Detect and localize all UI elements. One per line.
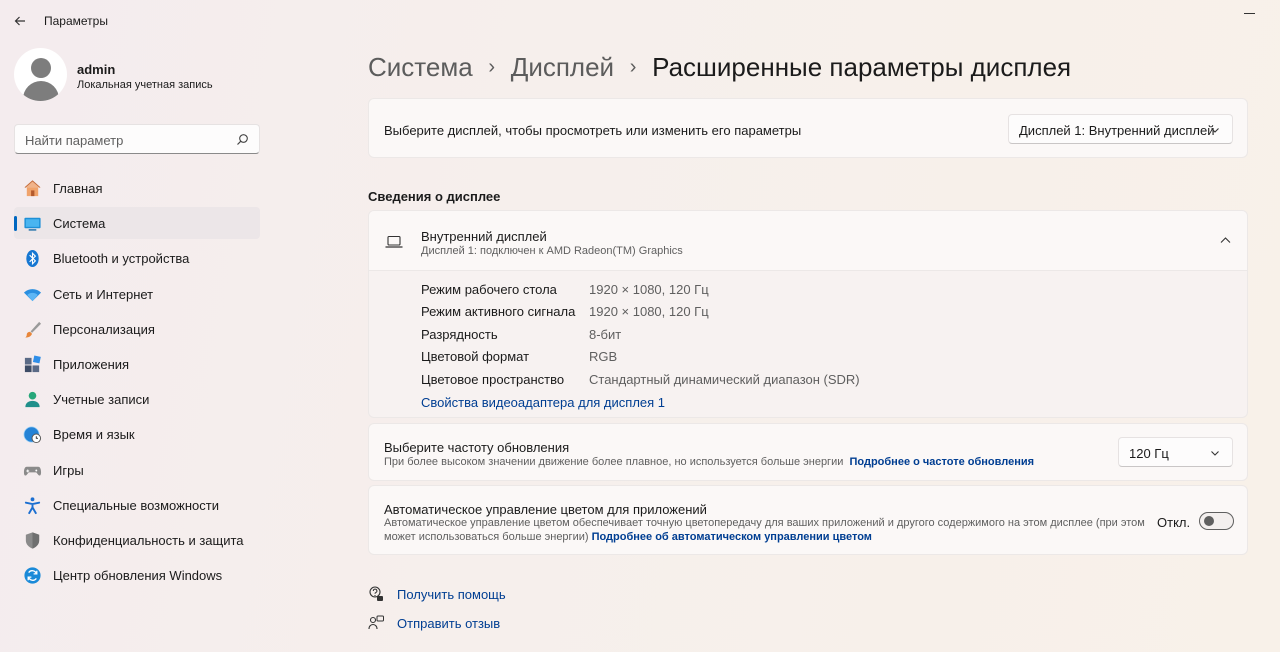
display-select-dropdown[interactable]: Дисплей 1: Внутренний дисплей <box>1008 114 1233 144</box>
update-icon <box>24 567 41 584</box>
sidebar-item-accounts[interactable]: Учетные записи <box>14 383 260 415</box>
info-label-bit-depth: Разрядность <box>421 327 498 342</box>
sidebar-item-label: Конфиденциальность и защита <box>53 532 244 548</box>
back-button[interactable] <box>10 11 30 31</box>
info-label-color-space: Цветовое пространство <box>421 372 565 387</box>
auto-color-desc-text: может использоваться больше энергии) <box>384 531 589 543</box>
sidebar-item-privacy[interactable]: Конфиденциальность и защита <box>14 524 260 556</box>
chevron-down-icon <box>1211 128 1219 133</box>
info-value-color-space: Стандартный динамический диапазон (SDR) <box>589 372 860 387</box>
laptop-icon <box>385 235 403 248</box>
page-title: Расширенные параметры дисплея <box>652 51 1072 82</box>
sidebar-item-accessibility[interactable]: Специальные возможности <box>14 489 260 521</box>
display-name: Внутренний дисплей <box>421 229 547 244</box>
shield-icon <box>25 532 40 549</box>
avatar <box>14 48 67 101</box>
user-profile[interactable]: admin Локальная учетная запись <box>14 48 264 104</box>
auto-color-learn-more-link[interactable]: Подробнее об автоматическом управлении ц… <box>592 531 872 543</box>
wifi-icon <box>23 288 42 301</box>
refresh-rate-learn-more-link[interactable]: Подробнее о частоте обновления <box>849 456 1034 468</box>
accessibility-icon <box>24 497 41 514</box>
info-value-desktop-mode: 1920 × 1080, 120 Гц <box>589 282 709 297</box>
display-select-value: Дисплей 1: Внутренний дисплей <box>1019 123 1215 138</box>
sidebar-item-time-language[interactable]: Время и язык <box>14 418 260 450</box>
home-icon <box>24 180 41 197</box>
chevron-down-icon <box>1211 451 1219 456</box>
apps-icon <box>24 355 41 373</box>
system-icon <box>24 217 41 231</box>
brush-icon <box>25 321 42 338</box>
search-icon <box>237 134 248 145</box>
sidebar-item-label: Персонализация <box>53 321 155 337</box>
sidebar-item-label: Учетные записи <box>53 392 150 408</box>
refresh-rate-dropdown[interactable]: 120 Гц <box>1118 437 1233 467</box>
section-title: Сведения о дисплее <box>368 189 501 204</box>
search-input[interactable]: Найти параметр <box>14 124 260 154</box>
toggle-knob <box>1204 516 1214 526</box>
sidebar-item-apps[interactable]: Приложения <box>14 348 260 380</box>
title-bar: Параметры <box>0 0 1280 40</box>
sidebar-item-label: Специальные возможности <box>53 497 219 513</box>
sidebar-item-system[interactable]: Система <box>14 207 260 240</box>
refresh-rate-desc: При более высоком значении движение боле… <box>384 456 1034 468</box>
refresh-rate-desc-text: При более высоком значении движение боле… <box>384 456 844 468</box>
sidebar-item-bluetooth[interactable]: Bluetooth и устройства <box>14 242 260 274</box>
auto-color-toggle[interactable] <box>1199 512 1234 530</box>
info-label-desktop-mode: Режим рабочего стола <box>421 282 557 297</box>
refresh-rate-title: Выберите частоту обновления <box>384 440 570 455</box>
help-icon <box>369 586 383 601</box>
auto-color-desc-line1: Автоматическое управление цветом обеспеч… <box>384 517 1145 529</box>
sidebar-item-label: Центр обновления Windows <box>53 568 223 584</box>
display-info-card: Внутренний дисплей Дисплей 1: подключен … <box>368 210 1248 418</box>
toggle-state-label: Откл. <box>1157 515 1191 530</box>
sidebar-item-label: Bluetooth и устройства <box>53 251 190 267</box>
adapter-properties-link[interactable]: Свойства видеоадаптера для дисплея 1 <box>421 395 665 410</box>
display-info-header[interactable]: Внутренний дисплей Дисплей 1: подключен … <box>369 211 1247 271</box>
breadcrumb-separator: › <box>488 55 496 78</box>
sidebar-nav: Главная Система Bluetooth и устройства С… <box>14 172 260 594</box>
refresh-rate-card: Выберите частоту обновления При более вы… <box>368 423 1248 481</box>
info-value-signal-mode: 1920 × 1080, 120 Гц <box>589 304 709 319</box>
app-title: Параметры <box>44 14 108 28</box>
sidebar-item-label: Время и язык <box>53 427 135 443</box>
info-label-color-format: Цветовой формат <box>421 349 530 364</box>
info-value-bit-depth: 8-бит <box>589 327 622 342</box>
breadcrumb-system[interactable]: Система <box>368 52 473 83</box>
user-account-type: Локальная учетная запись <box>77 79 213 91</box>
info-value-color-format: RGB <box>589 349 618 364</box>
sidebar-item-home[interactable]: Главная <box>14 172 260 204</box>
info-label-signal-mode: Режим активного сигнала <box>421 304 576 319</box>
gamepad-icon <box>23 466 42 476</box>
chevron-up-icon[interactable] <box>1220 236 1231 244</box>
get-help-link[interactable]: Получить помощь <box>397 587 506 602</box>
minimize-button[interactable] <box>1238 6 1264 22</box>
auto-color-desc-line2: может использоваться больше энергии) Под… <box>384 531 872 543</box>
breadcrumb-separator: › <box>629 55 637 78</box>
search-placeholder: Найти параметр <box>25 133 124 148</box>
refresh-rate-value: 120 Гц <box>1129 446 1169 461</box>
sidebar-item-label: Система <box>53 216 106 232</box>
back-arrow-icon <box>14 16 25 26</box>
bluetooth-icon <box>26 250 39 268</box>
auto-color-title: Автоматическое управление цветом для при… <box>384 502 707 517</box>
display-select-card: Выберите дисплей, чтобы просмотреть или … <box>368 98 1248 158</box>
feedback-icon <box>368 615 384 630</box>
globe-clock-icon <box>23 426 42 444</box>
display-connection: Дисплей 1: подключен к AMD Radeon(TM) Gr… <box>421 245 683 257</box>
accounts-icon <box>25 392 40 408</box>
sidebar-item-gaming[interactable]: Игры <box>14 454 260 486</box>
send-feedback-link[interactable]: Отправить отзыв <box>397 616 500 631</box>
breadcrumb-display[interactable]: Дисплей <box>511 52 614 83</box>
sidebar-item-label: Сеть и Интернет <box>53 286 154 302</box>
sidebar-item-personalization[interactable]: Персонализация <box>14 313 260 345</box>
sidebar-item-label: Главная <box>53 181 103 196</box>
auto-color-card: Автоматическое управление цветом для при… <box>368 485 1248 555</box>
user-name: admin <box>77 62 116 77</box>
sidebar-item-windows-update[interactable]: Центр обновления Windows <box>14 559 260 591</box>
display-select-label: Выберите дисплей, чтобы просмотреть или … <box>384 123 802 138</box>
breadcrumb: Система › Дисплей › Расширенные параметр… <box>368 50 1071 84</box>
sidebar-item-label: Игры <box>53 462 84 478</box>
sidebar-item-network[interactable]: Сеть и Интернет <box>14 278 260 310</box>
sidebar-item-label: Приложения <box>53 356 130 372</box>
